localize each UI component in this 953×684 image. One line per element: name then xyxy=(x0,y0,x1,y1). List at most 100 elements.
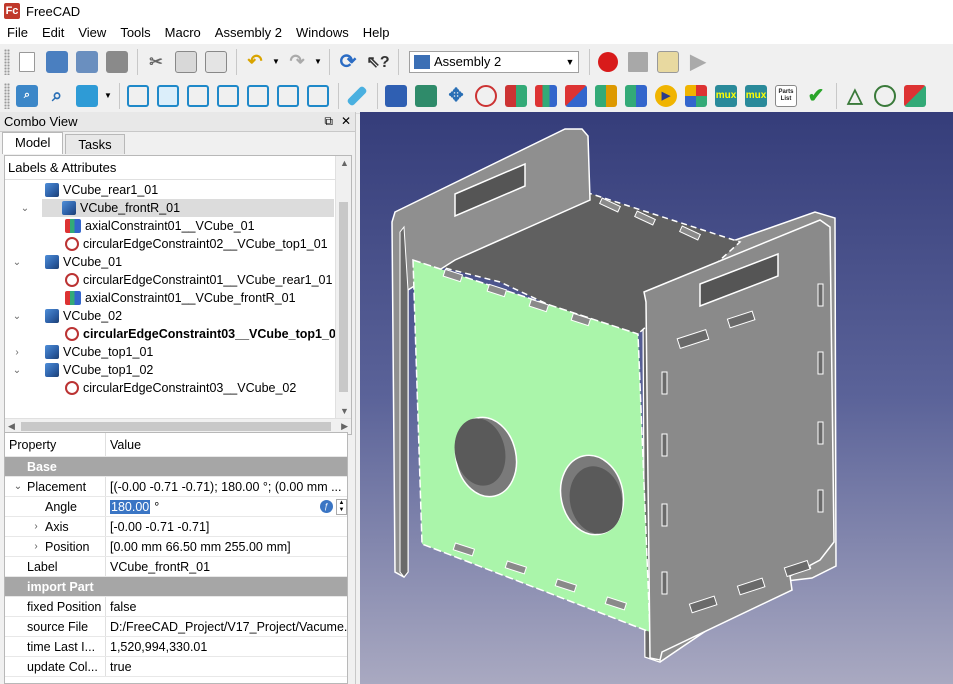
spin-box-buttons[interactable]: ▲ ▼ xyxy=(336,498,347,515)
property-row[interactable]: › Position [0.00 mm 66.50 mm 255.00 mm] xyxy=(5,537,347,557)
scroll-thumb[interactable] xyxy=(21,422,331,431)
isometric-view-button[interactable] xyxy=(124,82,152,110)
save-button[interactable] xyxy=(73,48,101,76)
property-value[interactable]: 180.00 ° ƒ ▲ ▼ xyxy=(105,497,347,516)
chevron-down-icon[interactable]: ⌄ xyxy=(9,481,27,492)
tree-item-constraint[interactable]: circularEdgeConstraint03__VCube_02 xyxy=(65,379,296,397)
menu-edit[interactable]: Edit xyxy=(35,22,71,44)
property-value[interactable]: VCube_frontR_01 xyxy=(105,557,347,576)
tree-item-constraint[interactable]: circularEdgeConstraint01__VCube_rear1_01 xyxy=(65,271,332,289)
menu-view[interactable]: View xyxy=(71,22,113,44)
angle-value-selected[interactable]: 180.00 xyxy=(110,499,151,514)
circle-button[interactable] xyxy=(871,82,899,110)
check-button[interactable]: ✔ xyxy=(802,82,830,110)
redo-dropdown[interactable]: ▼ xyxy=(313,48,323,76)
workbench-selector[interactable]: Assembly 2 ▼ xyxy=(409,50,579,73)
model-tree[interactable]: Labels & Attributes VCube_rear1_01 ⌄ VCube… xyxy=(4,155,352,435)
undo-dropdown[interactable]: ▼ xyxy=(271,48,281,76)
chevron-right-icon[interactable]: › xyxy=(27,541,45,552)
front-view-button[interactable] xyxy=(154,82,182,110)
import-part-button[interactable] xyxy=(382,82,410,110)
measure-button[interactable] xyxy=(343,82,371,110)
mux-alt-button[interactable]: mux xyxy=(742,82,770,110)
new-file-button[interactable] xyxy=(13,48,41,76)
axial-constraint-button[interactable] xyxy=(532,82,560,110)
chevron-right-icon[interactable]: › xyxy=(11,347,23,358)
tree-item-part[interactable]: ⌄ VCube_01 xyxy=(13,253,122,271)
draw-style-dropdown[interactable]: ▼ xyxy=(103,82,113,110)
menu-file[interactable]: File xyxy=(0,22,35,44)
draw-style-button[interactable] xyxy=(73,82,101,110)
animation-button[interactable] xyxy=(901,82,929,110)
menu-macro[interactable]: Macro xyxy=(158,22,208,44)
degrees-of-freedom-button[interactable] xyxy=(682,82,710,110)
tree-item-part[interactable]: ⌄ VCube_02 xyxy=(13,307,122,325)
3d-viewport[interactable] xyxy=(360,112,953,684)
property-row[interactable]: update Col... true xyxy=(5,657,347,677)
parts-list-button[interactable]: Parts List xyxy=(772,82,800,110)
whats-this-button[interactable]: ⇖? xyxy=(364,48,392,76)
close-icon[interactable]: ✕ xyxy=(341,114,351,129)
property-editor[interactable]: Property Value Base ⌄ Placement [(-0.00 -0.… xyxy=(4,432,348,684)
redo-button[interactable]: ↷ xyxy=(283,48,311,76)
property-value[interactable]: false xyxy=(105,597,347,616)
update-parts-button[interactable] xyxy=(412,82,440,110)
menu-tools[interactable]: Tools xyxy=(113,22,157,44)
property-value[interactable]: [0.00 mm 66.50 mm 255.00 mm] xyxy=(105,537,347,556)
property-value[interactable]: [(-0.00 -0.71 -0.71); 180.00 °; (0.00 mm… xyxy=(105,477,347,496)
refresh-button[interactable]: ⟳ xyxy=(334,48,362,76)
tree-item-constraint[interactable]: circularEdgeConstraint02__VCube_top1_01 xyxy=(65,235,328,253)
float-panel-icon[interactable]: ⧉ xyxy=(324,114,333,129)
chevron-right-icon[interactable]: › xyxy=(27,521,45,532)
rear-view-button[interactable] xyxy=(244,82,272,110)
property-value[interactable]: [-0.00 -0.71 -0.71] xyxy=(105,517,347,536)
tab-tasks[interactable]: Tasks xyxy=(65,134,125,154)
property-value[interactable]: 1,520,994,330.01 xyxy=(105,637,347,656)
menu-windows[interactable]: Windows xyxy=(289,22,356,44)
import-from-assembly-button[interactable] xyxy=(622,82,650,110)
tab-model[interactable]: Model xyxy=(2,132,64,154)
circular-edge-constraint-button[interactable] xyxy=(472,82,500,110)
right-view-button[interactable] xyxy=(214,82,242,110)
scroll-right-icon[interactable]: ▶ xyxy=(341,421,348,432)
property-value[interactable]: true xyxy=(105,657,347,676)
property-row[interactable]: Label VCube_frontR_01 xyxy=(5,557,347,577)
top-view-button[interactable] xyxy=(184,82,212,110)
plane-constraint-button[interactable] xyxy=(502,82,530,110)
angle-constraint-button[interactable] xyxy=(562,82,590,110)
tree-item-part[interactable]: ⌄ VCube_frontR_01 xyxy=(21,199,334,217)
run-macro-button[interactable]: ▶ xyxy=(684,48,712,76)
record-macro-button[interactable] xyxy=(594,48,622,76)
tree-item-constraint[interactable]: circularEdgeConstraint03__VCube_top1_02 xyxy=(65,325,343,343)
property-row[interactable]: ⌄ Placement [(-0.00 -0.71 -0.71); 180.00 °… xyxy=(5,477,347,497)
chevron-down-icon[interactable]: ⌄ xyxy=(11,365,23,376)
edit-macro-button[interactable] xyxy=(654,48,682,76)
cut-button[interactable]: ✂ xyxy=(142,48,170,76)
property-value[interactable]: D:/FreeCAD_Project/V17_Project/Vacume... xyxy=(105,617,347,636)
paste-button[interactable] xyxy=(202,48,230,76)
flip-button[interactable] xyxy=(592,82,620,110)
left-view-button[interactable] xyxy=(304,82,332,110)
tree-item-constraint[interactable]: axialConstraint01__VCube_01 xyxy=(65,217,255,235)
sketch-button[interactable]: △ xyxy=(841,82,869,110)
undo-button[interactable]: ↶ xyxy=(241,48,269,76)
move-button[interactable]: ✥ xyxy=(442,82,470,110)
solve-button[interactable]: ▶ xyxy=(652,82,680,110)
scroll-down-icon[interactable]: ▼ xyxy=(340,406,349,416)
spin-down-icon[interactable]: ▼ xyxy=(339,507,345,513)
property-row[interactable]: Angle 180.00 ° ƒ ▲ ▼ xyxy=(5,497,347,517)
front-right-handle-panel[interactable] xyxy=(643,219,835,661)
menu-assembly-2[interactable]: Assembly 2 xyxy=(208,22,289,44)
open-file-button[interactable] xyxy=(43,48,71,76)
scroll-left-icon[interactable]: ◀ xyxy=(8,421,15,432)
copy-button[interactable] xyxy=(172,48,200,76)
scroll-up-icon[interactable]: ▲ xyxy=(340,158,349,168)
scroll-thumb[interactable] xyxy=(339,202,348,392)
assembly-model[interactable] xyxy=(360,112,953,684)
property-row[interactable]: › Axis [-0.00 -0.71 -0.71] xyxy=(5,517,347,537)
expression-icon[interactable]: ƒ xyxy=(320,500,333,513)
property-row[interactable]: time Last I... 1,520,994,330.01 xyxy=(5,637,347,657)
stop-macro-button[interactable] xyxy=(624,48,652,76)
chevron-down-icon[interactable]: ⌄ xyxy=(11,311,23,322)
chevron-down-icon[interactable]: ⌄ xyxy=(11,257,23,268)
